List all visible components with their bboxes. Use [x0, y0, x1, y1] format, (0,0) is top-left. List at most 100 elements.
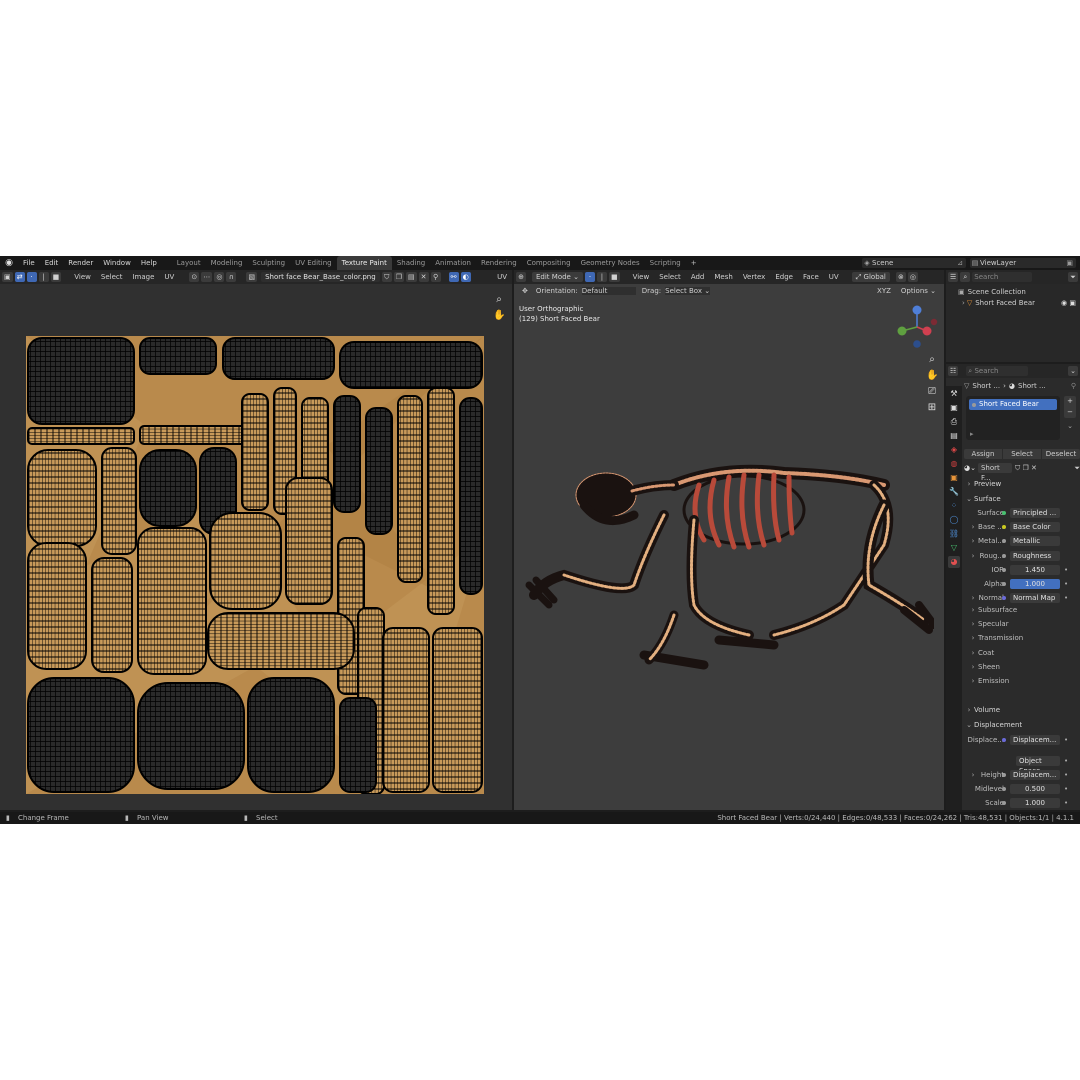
uv-island[interactable] [222, 337, 335, 380]
proportional-icon[interactable]: ◎ [214, 272, 225, 282]
keyframe-dot-icon[interactable]: • [1064, 771, 1068, 779]
pin-icon[interactable]: ⚲ [1071, 382, 1076, 390]
unlink-image-icon[interactable]: ✕ [418, 272, 429, 282]
uv-island[interactable] [207, 612, 355, 670]
tab-modeling[interactable]: Modeling [206, 256, 248, 270]
zoom-icon[interactable]: ⌕ [926, 354, 938, 366]
socket-dot-icon[interactable] [1002, 539, 1006, 544]
socket-dot-icon[interactable] [1002, 773, 1006, 777]
vp-menu-vertex[interactable]: Vertex [738, 273, 771, 281]
transform-orientation[interactable]: ⤢ Global [851, 272, 890, 282]
property-value-field[interactable]: 1.000 [1002, 579, 1060, 589]
tab-sculpting[interactable]: Sculpting [247, 256, 290, 270]
keyframe-dot-icon[interactable]: • [1064, 785, 1068, 793]
data-tab-icon[interactable]: ▽ [948, 542, 960, 554]
property-value-field[interactable]: Displacem... [1002, 735, 1060, 745]
face-select-icon[interactable]: ■ [50, 272, 62, 282]
snap-icon[interactable]: ⊗ [895, 272, 906, 282]
sub-section-emission[interactable]: › Emission [964, 675, 1080, 687]
slot-add-remove[interactable]: + − [1064, 396, 1076, 418]
falloff-icon[interactable]: ∩ [226, 272, 237, 282]
uv-overlay-icon[interactable]: ⚯ [448, 272, 459, 282]
sub-section-coat[interactable]: › Coat [964, 647, 1080, 659]
uv-island[interactable] [397, 395, 423, 583]
property-value-field[interactable]: Metallic [1002, 536, 1060, 547]
expand-chevron-icon[interactable]: › [962, 299, 965, 307]
image-browse-icon[interactable]: ▧ [246, 272, 258, 282]
hand-icon[interactable]: ✋ [493, 310, 505, 322]
uv-island[interactable] [137, 527, 207, 675]
tool-tab-icon[interactable]: ⚒ [948, 388, 960, 400]
section-volume[interactable]: › Volume [964, 704, 1080, 716]
menu-uv[interactable]: UV [159, 273, 179, 281]
uv-island[interactable] [285, 477, 333, 605]
mirror-z-button[interactable]: Z [886, 287, 891, 295]
menu-file[interactable]: File [18, 259, 40, 267]
uv-island[interactable] [101, 447, 137, 555]
orientation-select[interactable]: Default [581, 287, 636, 295]
snap-icon[interactable]: ⋯ [201, 272, 213, 282]
outliner[interactable]: ☰ ⌕ Search ⏷ ▣ Scene Collection › ▽ Shor… [946, 270, 1080, 362]
sub-section-transmission[interactable]: › Transmission [964, 632, 1080, 644]
deselect-button[interactable]: Deselect [1042, 449, 1080, 459]
pivot-icon[interactable]: ⊙ [189, 272, 200, 282]
chevron-right-icon[interactable]: › [968, 594, 978, 602]
sub-section-sheen[interactable]: › Sheen [964, 661, 1080, 673]
keyframe-dot-icon[interactable]: • [1064, 566, 1068, 574]
property-value-field[interactable]: 1.450 [1002, 564, 1060, 575]
properties-editor[interactable]: ☷ ⌕ Search ⌄ ⚒ ▣ ⎙ ▤ ◈ ◍ ▣ 🔧 ⁘ ◯ ⛓ ▽ ◕ ▽… [946, 364, 1080, 810]
display-channels-icon[interactable]: ◐ [460, 272, 471, 282]
sub-section-specular[interactable]: › Specular [964, 618, 1080, 630]
uv-island[interactable] [241, 393, 269, 511]
chevron-right-icon[interactable]: › [968, 552, 978, 560]
socket-dot-icon[interactable] [1002, 738, 1006, 742]
vertex-mode-icon[interactable]: · [584, 272, 595, 282]
blender-logo-icon[interactable]: ◉ [3, 257, 15, 269]
assign-button[interactable]: Assign [964, 449, 1002, 459]
menu-render[interactable]: Render [63, 259, 98, 267]
material-name-field[interactable]: Short F... [977, 463, 1012, 482]
editor-type-icon[interactable]: ☰ [948, 272, 959, 282]
property-value-field[interactable]: Object Space [1016, 756, 1060, 775]
keyframe-dot-icon[interactable]: • [1064, 736, 1068, 744]
material-browse-icon[interactable]: ◕⌄ [964, 464, 976, 472]
list-expand-icon[interactable]: ▸ [970, 430, 974, 438]
image-name-field[interactable]: Short face Bear_Base_color.png [261, 272, 380, 282]
physics-tab-icon[interactable]: ◯ [948, 514, 960, 526]
section-displacement[interactable]: ⌄ Displacement [964, 719, 1080, 731]
proportional-edit-icon[interactable]: ◎ [907, 272, 918, 282]
3d-viewport[interactable]: ⊕ Edit Mode ⌄ · | ■ View Select Add Mesh… [514, 270, 944, 810]
uv-island[interactable] [339, 341, 483, 389]
uv-island[interactable] [27, 449, 97, 547]
keyframe-dot-icon[interactable]: • [1064, 757, 1068, 765]
particles-tab-icon[interactable]: ⁘ [948, 500, 960, 512]
vp-menu-edge[interactable]: Edge [770, 273, 798, 281]
keyframe-dot-icon[interactable]: • [1064, 580, 1068, 588]
uv-island[interactable] [137, 682, 245, 790]
vp-menu-view[interactable]: View [628, 273, 655, 281]
view-layer-tab-icon[interactable]: ▤ [948, 430, 960, 442]
view-layer-selector[interactable]: ▤ ViewLayer ▣ [970, 258, 1076, 268]
modifier-tab-icon[interactable]: 🔧 [948, 486, 960, 498]
slot-menu-icon[interactable]: ⌄ [1064, 422, 1076, 430]
face-mode-icon[interactable]: ■ [608, 272, 620, 282]
outliner-search-input[interactable]: Search [972, 272, 1033, 282]
chevron-right-icon[interactable]: › [968, 771, 978, 779]
socket-dot-icon[interactable] [1002, 801, 1006, 805]
filter-popover-icon[interactable]: ⏷ [1068, 272, 1078, 282]
tab-scripting[interactable]: Scripting [645, 256, 686, 270]
socket-dot-icon[interactable] [1002, 525, 1006, 530]
scene-tab-icon[interactable]: ◈ [948, 444, 960, 456]
hand-icon[interactable]: ✋ [926, 370, 938, 382]
world-tab-icon[interactable]: ◍ [948, 458, 960, 470]
keyframe-dot-icon[interactable]: • [1064, 594, 1068, 602]
editor-type-icon[interactable]: ⊕ [516, 272, 526, 282]
zoom-icon[interactable]: ⌕ [493, 294, 505, 306]
object-tab-icon[interactable]: ▣ [948, 472, 960, 484]
options-button[interactable]: Options ⌄ [897, 287, 940, 295]
tab-geometry-nodes[interactable]: Geometry Nodes [576, 256, 645, 270]
fake-user-icon[interactable]: ⛉ [381, 272, 392, 282]
tab-layout[interactable]: Layout [172, 256, 206, 270]
sub-section-subsurface[interactable]: › Subsurface [964, 604, 1080, 616]
property-value-field[interactable]: 0.500 [1002, 784, 1060, 794]
